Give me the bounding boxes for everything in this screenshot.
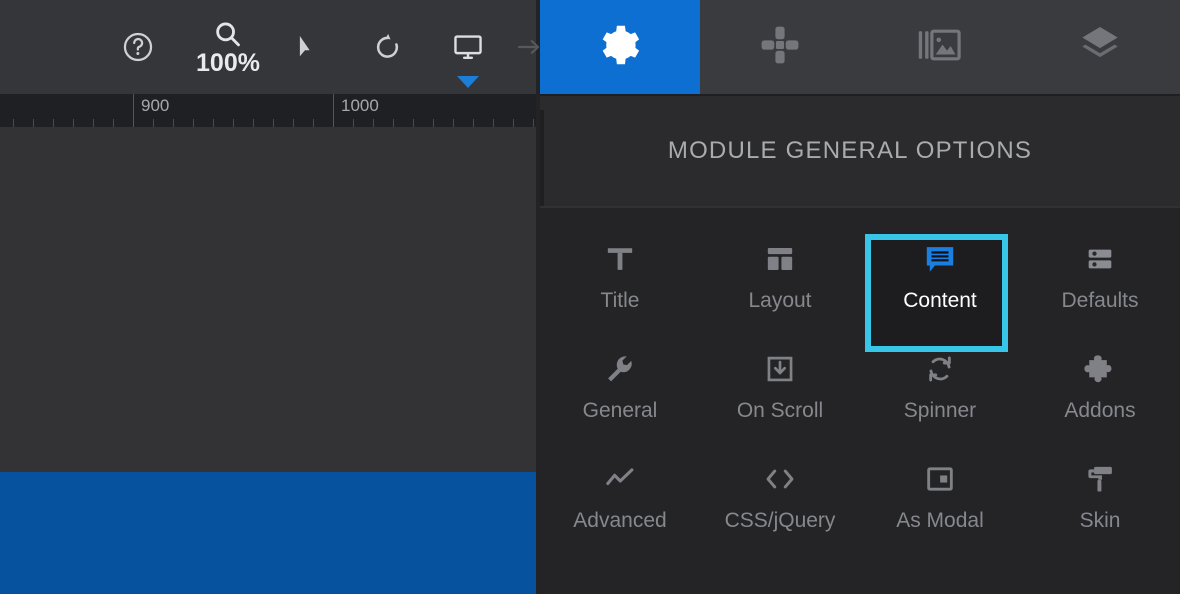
zoom-level-label: 100% <box>196 49 260 77</box>
options-panel: MODULE GENERAL OPTIONS Title Layout Cont… <box>540 0 1180 594</box>
canvas-blue-band <box>0 472 536 594</box>
option-content[interactable]: Content <box>860 218 1020 352</box>
page-title: MODULE GENERAL OPTIONS <box>667 137 1033 164</box>
zoom-level-control[interactable]: 100% <box>186 0 270 94</box>
help-icon[interactable] <box>108 0 168 94</box>
option-label: Content <box>903 289 977 312</box>
options-grid: Title Layout Content Defaults General On… <box>540 208 1180 594</box>
slides-image-icon <box>917 25 963 70</box>
ruler-label-900: 900 <box>141 96 170 115</box>
panel-header: MODULE GENERAL OPTIONS <box>540 96 1180 206</box>
option-title[interactable]: Title <box>540 218 700 328</box>
content-bubble-icon <box>922 233 958 285</box>
editor-toolbar: 100% <box>0 0 540 94</box>
wrench-icon <box>603 343 637 395</box>
tab-slides[interactable] <box>860 0 1020 94</box>
layout-icon <box>763 233 797 285</box>
option-label: As Modal <box>896 509 984 532</box>
layers-icon <box>1077 22 1123 73</box>
option-label: CSS/jQuery <box>724 509 836 532</box>
editor-area: 100% 900 1000 <box>0 0 540 594</box>
code-brackets-icon <box>761 453 799 505</box>
option-general[interactable]: General <box>540 328 700 438</box>
device-dropdown-caret-icon[interactable] <box>457 76 479 88</box>
option-skin[interactable]: Skin <box>1020 438 1180 548</box>
option-label: Spinner <box>903 399 977 422</box>
puzzle-icon <box>1083 343 1117 395</box>
preview-device-icon[interactable] <box>440 0 496 94</box>
modal-window-icon <box>923 453 957 505</box>
option-defaults[interactable]: Defaults <box>1020 218 1180 328</box>
option-label: Defaults <box>1061 289 1139 312</box>
sync-spinner-icon <box>923 343 957 395</box>
option-advanced[interactable]: Advanced <box>540 438 700 548</box>
tab-general-settings[interactable] <box>540 0 700 94</box>
line-chart-icon <box>602 453 638 505</box>
option-as-modal[interactable]: As Modal <box>860 438 1020 548</box>
option-label: Advanced <box>573 509 667 532</box>
option-spinner[interactable]: Spinner <box>860 328 1020 438</box>
canvas-ruler[interactable]: 900 1000 <box>0 94 536 127</box>
panel-header-left-strip <box>540 110 544 206</box>
option-label: Layout <box>748 289 812 312</box>
move-cross-icon <box>757 22 803 73</box>
tab-navigation[interactable] <box>700 0 860 94</box>
panel-tab-bar <box>540 0 1180 94</box>
text-title-icon <box>603 233 637 285</box>
option-label: Skin <box>1079 509 1121 532</box>
option-css-jquery[interactable]: CSS/jQuery <box>700 438 860 548</box>
gear-icon <box>598 23 642 72</box>
slide-canvas[interactable] <box>0 127 536 594</box>
paint-roller-icon <box>1083 453 1117 505</box>
option-label: On Scroll <box>736 399 824 422</box>
tab-layers[interactable] <box>1020 0 1180 94</box>
option-layout[interactable]: Layout <box>700 218 860 328</box>
option-label: General <box>582 399 658 422</box>
app-root: 100% 900 1000 MODULE GENERAL OPTIONS Tit… <box>0 0 1180 594</box>
option-addons[interactable]: Addons <box>1020 328 1180 438</box>
option-on-scroll[interactable]: On Scroll <box>700 328 860 438</box>
defaults-server-icon <box>1083 233 1117 285</box>
undo-icon[interactable] <box>362 0 414 94</box>
ruler-label-1000: 1000 <box>341 96 379 115</box>
option-label: Addons <box>1064 399 1136 422</box>
cursor-icon[interactable] <box>282 0 334 94</box>
download-box-icon <box>763 343 797 395</box>
option-label: Title <box>600 289 640 312</box>
